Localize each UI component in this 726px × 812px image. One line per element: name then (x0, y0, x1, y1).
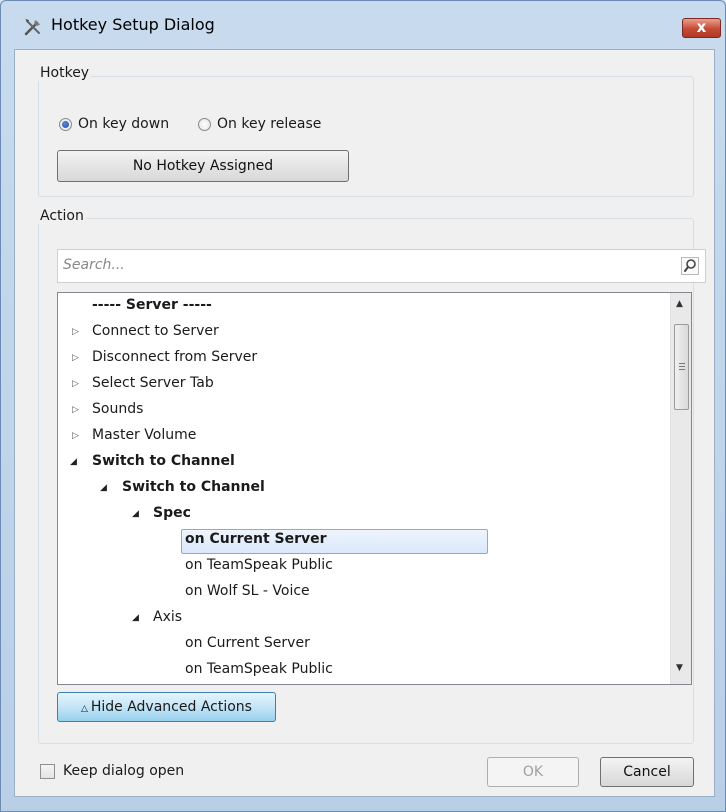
tree-scrollbar[interactable]: ▲ ▼ (670, 293, 691, 684)
tree-item-spec-wolf-sl-voice[interactable]: on Wolf SL - Voice (185, 578, 310, 604)
tree-item-axis-current-server[interactable]: on Current Server (185, 630, 310, 656)
tree-item-spec-teamspeak-public[interactable]: on TeamSpeak Public (185, 552, 333, 578)
expand-arrow-icon[interactable]: ▷ (72, 431, 79, 441)
scroll-down-icon[interactable]: ▼ (676, 663, 683, 673)
hide-advanced-actions-label: Hide Advanced Actions (90, 699, 252, 715)
dialog-window: Hotkey Setup Dialog x Hotkey On key down… (0, 0, 726, 812)
keep-dialog-open-label[interactable]: Keep dialog open (63, 763, 184, 779)
collapse-up-icon: △ (81, 704, 91, 714)
tree-item-axis-teamspeak-public[interactable]: on TeamSpeak Public (185, 656, 333, 682)
tree-item-spec[interactable]: Spec (153, 500, 191, 526)
tree-item-disconnect-from-server[interactable]: Disconnect from Server (92, 344, 257, 370)
collapse-arrow-icon[interactable]: ◢ (132, 613, 139, 623)
expand-arrow-icon[interactable]: ▷ (72, 353, 79, 363)
radio-on-key-release[interactable] (198, 118, 211, 131)
expand-arrow-icon[interactable]: ▷ (72, 379, 79, 389)
scroll-thumb[interactable] (674, 324, 689, 410)
window-title: Hotkey Setup Dialog (51, 15, 215, 34)
hide-advanced-actions-button[interactable]: △ Hide Advanced Actions (57, 692, 276, 722)
assign-hotkey-button[interactable]: No Hotkey Assigned (57, 150, 349, 182)
grip-line (679, 363, 685, 364)
tree-item-switch-to-channel[interactable]: Switch to Channel (92, 448, 235, 474)
close-icon: x (696, 18, 707, 36)
title-bar[interactable]: Hotkey Setup Dialog x (1, 1, 726, 49)
action-tree[interactable]: ----- Server ----- ▷ Connect to Server ▷… (57, 292, 692, 685)
search-field[interactable]: Search... (57, 249, 706, 283)
keep-dialog-open-checkbox[interactable] (40, 764, 55, 779)
search-icon[interactable] (681, 257, 699, 275)
tree-item-switch-to-channel-sub[interactable]: Switch to Channel (122, 474, 265, 500)
scroll-up-icon[interactable]: ▲ (676, 299, 683, 309)
ok-button[interactable]: OK (487, 757, 579, 787)
collapse-arrow-icon[interactable]: ◢ (100, 483, 107, 493)
search-input[interactable]: Search... (63, 257, 125, 273)
expand-arrow-icon[interactable]: ▷ (72, 327, 79, 337)
hotkey-group-label: Hotkey (38, 65, 92, 81)
collapse-arrow-icon[interactable]: ◢ (132, 509, 139, 519)
tree-item-master-volume[interactable]: Master Volume (92, 422, 196, 448)
tools-icon (24, 19, 40, 36)
cancel-button[interactable]: Cancel (600, 757, 694, 787)
close-button[interactable]: x (682, 18, 721, 38)
tree-item-select-server-tab[interactable]: Select Server Tab (92, 370, 214, 396)
radio-on-key-down[interactable] (59, 118, 72, 131)
grip-line (679, 369, 685, 370)
dialog-body: Hotkey On key down On key release No Hot… (14, 49, 715, 797)
collapse-arrow-icon[interactable]: ◢ (70, 457, 77, 467)
tree-item-axis[interactable]: Axis (153, 604, 182, 630)
radio-on-key-down-label[interactable]: On key down (78, 116, 169, 132)
tree-item-spec-current-server[interactable]: on Current Server (185, 526, 327, 552)
action-group-label: Action (38, 208, 86, 224)
radio-on-key-release-label[interactable]: On key release (217, 116, 321, 132)
tree-item-connect-to-server[interactable]: Connect to Server (92, 318, 219, 344)
tree-item-sounds[interactable]: Sounds (92, 396, 143, 422)
expand-arrow-icon[interactable]: ▷ (72, 405, 79, 415)
grip-line (679, 366, 685, 367)
tree-item-server-header[interactable]: ----- Server ----- (92, 293, 212, 318)
